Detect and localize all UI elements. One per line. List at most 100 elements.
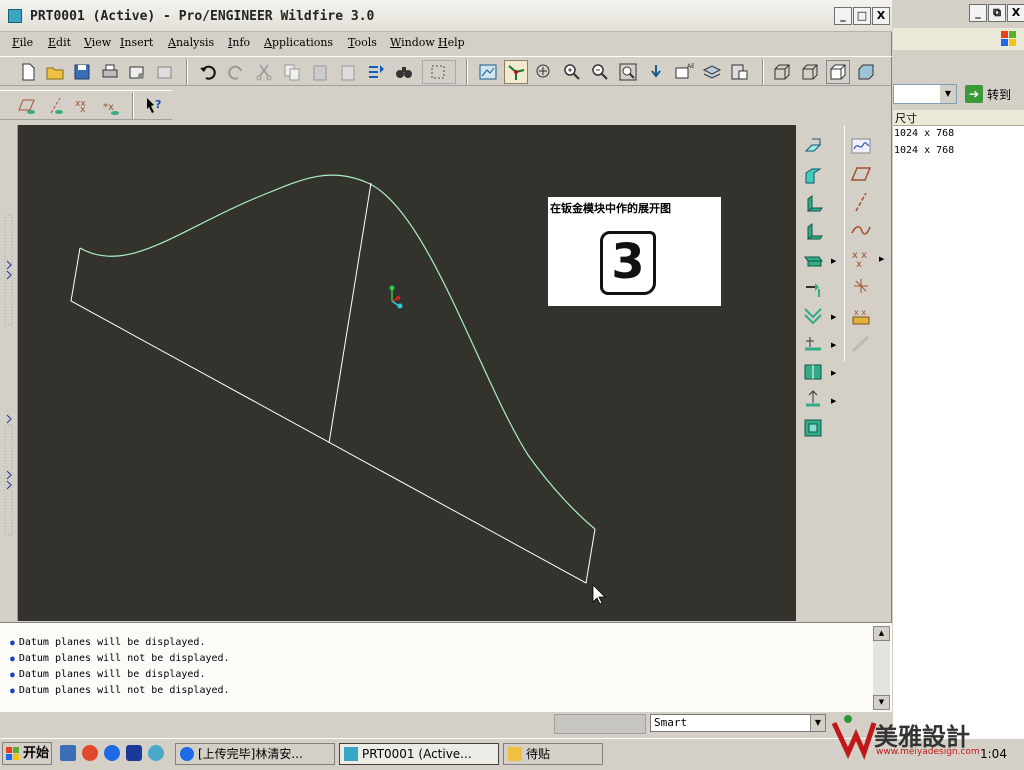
datum-axis-icon[interactable] bbox=[848, 189, 874, 215]
goto-button[interactable]: ➔ 转到 bbox=[963, 84, 1023, 104]
svg-text:x: x bbox=[856, 259, 862, 269]
flat-wall-icon[interactable] bbox=[800, 247, 826, 273]
cut-icon[interactable] bbox=[252, 60, 276, 84]
selection-box-dropdown[interactable] bbox=[422, 60, 456, 84]
find-binoculars-icon[interactable] bbox=[392, 60, 416, 84]
print-icon[interactable] bbox=[98, 60, 122, 84]
refresh-app-icon[interactable] bbox=[148, 745, 164, 761]
spin-center-icon[interactable] bbox=[504, 60, 528, 84]
menu-file[interactable]: File bbox=[12, 36, 33, 49]
menu-applications[interactable]: Applications bbox=[264, 36, 333, 49]
menu-tools[interactable]: Tools bbox=[348, 36, 377, 49]
shading-icon[interactable] bbox=[854, 60, 878, 84]
media-player-icon[interactable] bbox=[82, 745, 98, 761]
scroll-up-arrow[interactable]: ▲ bbox=[873, 626, 890, 641]
extend-wall-icon[interactable] bbox=[800, 275, 826, 301]
task-folder[interactable]: 待贴 bbox=[503, 743, 603, 765]
message-scrollbar[interactable]: ▲ ▼ bbox=[873, 626, 890, 710]
bg-restore-button[interactable]: ⧉ bbox=[988, 4, 1006, 22]
goto-label: 转到 bbox=[987, 88, 1012, 102]
datum-planes-toggle-icon[interactable] bbox=[16, 94, 40, 118]
reorient-icon[interactable] bbox=[644, 60, 668, 84]
close-button[interactable]: X bbox=[872, 7, 890, 25]
paste-special-icon[interactable] bbox=[336, 60, 360, 84]
flange-wall-icon[interactable] bbox=[800, 163, 826, 189]
datum-curve-icon[interactable] bbox=[848, 217, 874, 243]
bg-minimize-button[interactable]: _ bbox=[969, 4, 987, 22]
new-file-icon[interactable] bbox=[16, 60, 40, 84]
datum-point-icon[interactable]: x xx bbox=[848, 245, 874, 271]
analysis-feature-icon[interactable]: x x bbox=[848, 303, 874, 329]
menu-edit[interactable]: Edit bbox=[48, 36, 71, 49]
zoom-in-icon[interactable] bbox=[560, 60, 584, 84]
datum-plane-icon[interactable] bbox=[848, 161, 874, 187]
cut-sheetmetal-icon[interactable] bbox=[800, 387, 826, 413]
bg-close-button[interactable]: X bbox=[1007, 4, 1024, 22]
view-manager-icon[interactable] bbox=[728, 60, 752, 84]
datum-points-toggle-icon[interactable]: xx x bbox=[72, 94, 96, 118]
menu-help[interactable]: Help bbox=[438, 36, 465, 49]
app-icon bbox=[8, 9, 22, 23]
bend-back-icon[interactable] bbox=[800, 359, 826, 385]
menu-info[interactable]: Info bbox=[228, 36, 250, 49]
datum-disabled-icon[interactable] bbox=[848, 331, 874, 357]
context-help-icon[interactable]: ? bbox=[142, 94, 166, 118]
orient-mode-icon[interactable] bbox=[532, 60, 556, 84]
feature-toolbar: ▶ ▶ ▶ ▶ ▶ bbox=[797, 125, 843, 445]
show-desktop-icon[interactable] bbox=[60, 745, 76, 761]
task-proe[interactable]: PRT0001 (Active... bbox=[339, 743, 499, 765]
list-item[interactable]: 1024 x 768 bbox=[894, 145, 954, 156]
regenerate-icon[interactable] bbox=[364, 60, 388, 84]
layers-icon[interactable] bbox=[700, 60, 724, 84]
datum-coordinate-system-icon[interactable] bbox=[848, 273, 874, 299]
maximize-button[interactable]: □ bbox=[853, 7, 871, 25]
repaint-icon[interactable] bbox=[476, 60, 500, 84]
menu-analysis[interactable]: Analysis bbox=[168, 36, 214, 49]
saved-views-icon[interactable]: AB bbox=[672, 60, 696, 84]
column-header[interactable]: 尺寸 bbox=[893, 110, 1024, 126]
message-line: Datum planes will not be displayed. bbox=[10, 685, 230, 696]
datum-axes-toggle-icon[interactable] bbox=[44, 94, 68, 118]
chevron-down-icon[interactable]: ▼ bbox=[940, 85, 956, 103]
hidden-line-icon[interactable] bbox=[798, 60, 822, 84]
sheetmetal-conversion-icon[interactable] bbox=[800, 133, 826, 159]
no-hidden-icon[interactable] bbox=[826, 60, 850, 84]
open-folder-icon[interactable] bbox=[43, 60, 67, 84]
save-icon[interactable] bbox=[70, 60, 94, 84]
extruded-wall-icon[interactable] bbox=[800, 219, 826, 245]
datum-sketch-curve-icon[interactable] bbox=[848, 133, 874, 159]
wireframe-icon[interactable] bbox=[770, 60, 794, 84]
send-link-icon[interactable] bbox=[153, 60, 177, 84]
start-button[interactable]: 开始 bbox=[2, 742, 52, 765]
send-mail-icon[interactable] bbox=[125, 60, 149, 84]
menu-view[interactable]: View bbox=[84, 36, 111, 49]
title-bar[interactable]: PRT0001 (Active) - Pro/ENGINEER Wildfire… bbox=[0, 0, 892, 32]
task-browser[interactable]: [上传完毕]林清安... bbox=[175, 743, 335, 765]
copy-icon[interactable] bbox=[280, 60, 304, 84]
paste-icon[interactable] bbox=[308, 60, 332, 84]
ie-browser-icon[interactable] bbox=[104, 745, 120, 761]
scroll-down-arrow[interactable]: ▼ bbox=[873, 695, 890, 710]
refit-icon[interactable] bbox=[616, 60, 640, 84]
coordinate-systems-toggle-icon[interactable]: *x bbox=[100, 94, 124, 118]
list-item[interactable]: 1024 x 768 bbox=[894, 128, 954, 139]
chevron-down-icon[interactable]: ▼ bbox=[810, 715, 825, 731]
menu-window[interactable]: Window bbox=[390, 36, 435, 49]
anchor-app-icon[interactable] bbox=[126, 745, 142, 761]
quick-launch-bar bbox=[58, 745, 168, 763]
bend-icon[interactable] bbox=[800, 303, 826, 329]
unattached-wall-icon[interactable] bbox=[800, 191, 826, 217]
minimize-button[interactable]: _ bbox=[834, 7, 852, 25]
undo-icon[interactable] bbox=[196, 60, 220, 84]
note-digit-frame: 3 bbox=[600, 231, 656, 295]
selection-filter-dropdown[interactable]: Smart bbox=[650, 714, 826, 732]
navigator-collapse-strip[interactable] bbox=[0, 125, 18, 621]
form-icon[interactable] bbox=[800, 415, 826, 441]
task-label: 待贴 bbox=[526, 747, 551, 761]
zoom-out-icon[interactable] bbox=[588, 60, 612, 84]
unbend-icon[interactable] bbox=[800, 331, 826, 357]
redo-icon[interactable] bbox=[224, 60, 248, 84]
menu-insert[interactable]: Insert bbox=[120, 36, 153, 49]
menu-bar: File Edit View Insert Analysis Info Appl… bbox=[0, 33, 892, 53]
address-combo[interactable]: ▼ bbox=[893, 84, 957, 104]
